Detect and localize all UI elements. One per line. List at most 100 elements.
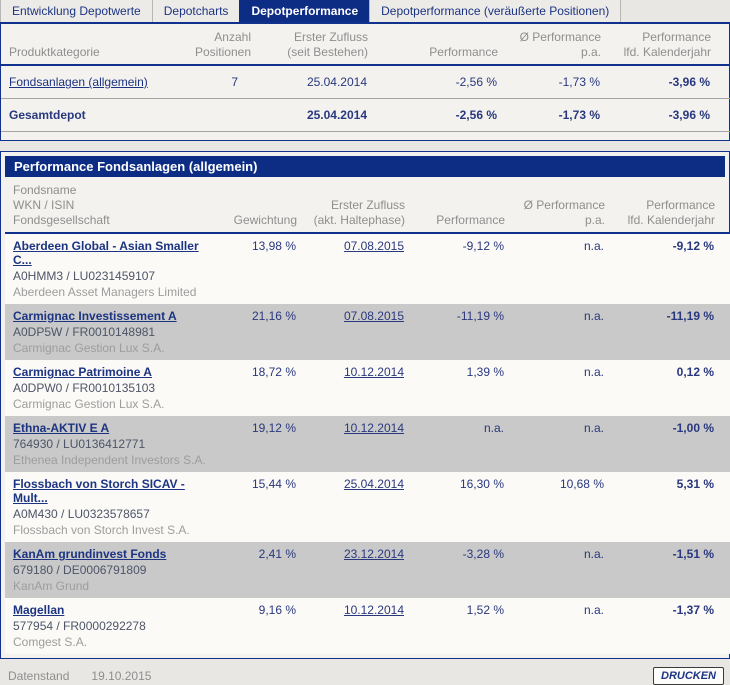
fondsanlagen-link[interactable]: Fondsanlagen (allgemein) <box>9 75 148 89</box>
funds-header-row: Fondsname WKN / ISIN Fondsgesellschaft G… <box>5 177 730 234</box>
summary-row-fondsanlagen: Fondsanlagen (allgemein) 7 25.04.2014 -2… <box>1 65 730 99</box>
fund-performance-pa: n.a. <box>583 309 604 323</box>
fund-row-flossbach: Flossbach von Storch SICAV - Mult... A0M… <box>5 472 730 542</box>
fund-performance: -3,28 % <box>462 547 504 561</box>
fund-name-link[interactable]: Carmignac Investissement A <box>13 309 177 323</box>
header-performance: Performance <box>368 24 498 66</box>
fund-name-link[interactable]: Carmignac Patrimoine A <box>13 365 152 379</box>
datenstand-label: Datenstand <box>8 669 70 683</box>
funds-table: Fondsname WKN / ISIN Fondsgesellschaft G… <box>5 177 730 654</box>
print-button[interactable]: DRUCKEN <box>653 667 724 685</box>
header-spacer <box>715 177 730 234</box>
fund-weight: 13,98 % <box>251 239 296 253</box>
fund-weight: 19,12 % <box>251 421 296 435</box>
fund-weight: 15,44 % <box>251 477 296 491</box>
funds-panel: Performance Fondsanlagen (allgemein) Fon… <box>0 151 730 659</box>
fund-name-link[interactable]: KanAm grundinvest Fonds <box>13 547 166 561</box>
fund-performance: 1,39 % <box>466 365 504 379</box>
first-inflow-link[interactable]: 07.08.2015 <box>344 239 404 253</box>
fund-performance-pa: n.a. <box>583 421 604 435</box>
header-anzahl-positionen: Anzahl Positionen <box>176 24 251 66</box>
summary-performance-ytd: -3,96 % <box>601 65 711 99</box>
summary-header-row: Produktkategorie Anzahl Positionen Erste… <box>1 24 730 66</box>
tab-depotperformance-veraeusserte-positionen[interactable]: Depotperformance (veräußerte Positionen) <box>369 0 622 22</box>
summary-count <box>176 98 251 132</box>
fund-row-carmignac-investissement: Carmignac Investissement A A0DP5W / FR00… <box>5 304 730 360</box>
first-inflow-link[interactable]: 10.12.2014 <box>344 365 404 379</box>
tab-depotcharts[interactable]: Depotcharts <box>151 0 241 22</box>
summary-performance: -2,56 % <box>368 65 498 99</box>
header-performance-pa: Ø Performance p.a. <box>505 177 605 234</box>
fund-row-ethna-aktiv: Ethna-AKTIV E A 764930 / LU0136412771 Et… <box>5 416 730 472</box>
first-inflow-link[interactable]: 25.04.2014 <box>344 477 404 491</box>
fund-performance-ytd: 5,31 % <box>676 477 714 491</box>
funds-panel-title: Performance Fondsanlagen (allgemein) <box>5 156 725 177</box>
header-fondsname-wkn-isin: Fondsname WKN / ISIN Fondsgesellschaft <box>5 177 215 234</box>
tab-depotperformance[interactable]: Depotperformance <box>239 0 371 22</box>
header-performance-pa: Ø Performance p.a. <box>498 24 601 66</box>
fund-performance-pa: n.a. <box>583 365 604 379</box>
fund-row-kanam: KanAm grundinvest Fonds 679180 / DE00067… <box>5 542 730 598</box>
summary-performance-pa: -1,73 % <box>498 65 601 99</box>
fund-performance-pa: n.a. <box>583 603 604 617</box>
summary-performance-ytd: -3,96 % <box>601 98 711 132</box>
fund-performance-ytd: 0,12 % <box>676 365 714 379</box>
header-gewichtung: Gewichtung <box>215 177 297 234</box>
summary-first-inflow: 25.04.2014 <box>251 98 368 132</box>
summary-panel: Produktkategorie Anzahl Positionen Erste… <box>0 24 730 141</box>
fund-wkn-isin: A0DPW0 / FR0010135103 <box>13 381 156 395</box>
summary-row-gesamtdepot: Gesamtdepot 25.04.2014 -2,56 % -1,73 % -… <box>1 98 730 132</box>
fund-weight: 18,72 % <box>251 365 296 379</box>
fund-row-aberdeen: Aberdeen Global - Asian Smaller C... A0H… <box>5 233 730 304</box>
fund-wkn-isin: A0HMM3 / LU0231459107 <box>13 269 156 283</box>
footer: Datenstand 19.10.2015 DRUCKEN <box>0 659 730 685</box>
fund-company: Carmignac Gestion Lux S.A. <box>13 341 165 355</box>
fund-performance: n.a. <box>483 421 504 435</box>
tab-bar-filler <box>620 0 730 22</box>
fund-performance: 1,52 % <box>466 603 504 617</box>
summary-first-inflow: 25.04.2014 <box>251 65 368 99</box>
summary-table: Produktkategorie Anzahl Positionen Erste… <box>1 24 730 132</box>
fund-name-link[interactable]: Aberdeen Global - Asian Smaller C... <box>13 239 199 267</box>
header-erster-zufluss-haltephase: Erster Zufluss (akt. Haltephase) <box>297 177 405 234</box>
header-performance-kalenderjahr: Performance lfd. Kalenderjahr <box>605 177 715 234</box>
fund-company: Carmignac Gestion Lux S.A. <box>13 397 165 411</box>
fund-performance-ytd: -11,19 % <box>666 309 714 323</box>
fund-company: Aberdeen Asset Managers Limited <box>13 285 197 299</box>
fund-performance: 16,30 % <box>459 477 504 491</box>
fund-performance-ytd: -9,12 % <box>672 239 714 253</box>
fund-name-link[interactable]: Flossbach von Storch SICAV - Mult... <box>13 477 185 505</box>
fund-weight: 9,16 % <box>258 603 296 617</box>
summary-performance-pa: -1,73 % <box>498 98 601 132</box>
summary-performance: -2,56 % <box>368 98 498 132</box>
fund-weight: 2,41 % <box>258 547 296 561</box>
fund-wkn-isin: 577954 / FR0000292278 <box>13 619 146 633</box>
fund-performance-ytd: -1,00 % <box>672 421 714 435</box>
fund-wkn-isin: A0M430 / LU0323578657 <box>13 507 150 521</box>
fund-company: Flossbach von Storch Invest S.A. <box>13 523 190 537</box>
fund-performance-ytd: -1,37 % <box>672 603 714 617</box>
first-inflow-link[interactable]: 10.12.2014 <box>344 603 404 617</box>
header-erster-zufluss: Erster Zufluss (seit Bestehen) <box>251 24 368 66</box>
fund-company: KanAm Grund <box>13 579 90 593</box>
first-inflow-link[interactable]: 07.08.2015 <box>344 309 404 323</box>
fund-weight: 21,16 % <box>251 309 296 323</box>
gesamtdepot-label: Gesamtdepot <box>1 98 176 132</box>
fund-performance: -11,19 % <box>456 309 504 323</box>
summary-count: 7 <box>176 65 251 99</box>
fund-performance-pa: 10,68 % <box>559 477 604 491</box>
fund-performance: -9,12 % <box>462 239 504 253</box>
fund-performance-pa: n.a. <box>583 547 604 561</box>
fund-name-link[interactable]: Magellan <box>13 603 64 617</box>
fund-company: Comgest S.A. <box>13 635 88 649</box>
summary-panel-spacer <box>1 132 729 140</box>
tab-entwicklung-depotwerte[interactable]: Entwicklung Depotwerte <box>0 0 153 22</box>
tab-bar: Entwicklung Depotwerte Depotcharts Depot… <box>0 0 730 24</box>
fund-wkn-isin: 679180 / DE0006791809 <box>13 563 147 577</box>
header-performance: Performance <box>405 177 505 234</box>
datenstand-date: 19.10.2015 <box>91 669 152 683</box>
first-inflow-link[interactable]: 10.12.2014 <box>344 421 404 435</box>
first-inflow-link[interactable]: 23.12.2014 <box>344 547 404 561</box>
fund-name-link[interactable]: Ethna-AKTIV E A <box>13 421 109 435</box>
fund-wkn-isin: A0DP5W / FR0010148981 <box>13 325 156 339</box>
